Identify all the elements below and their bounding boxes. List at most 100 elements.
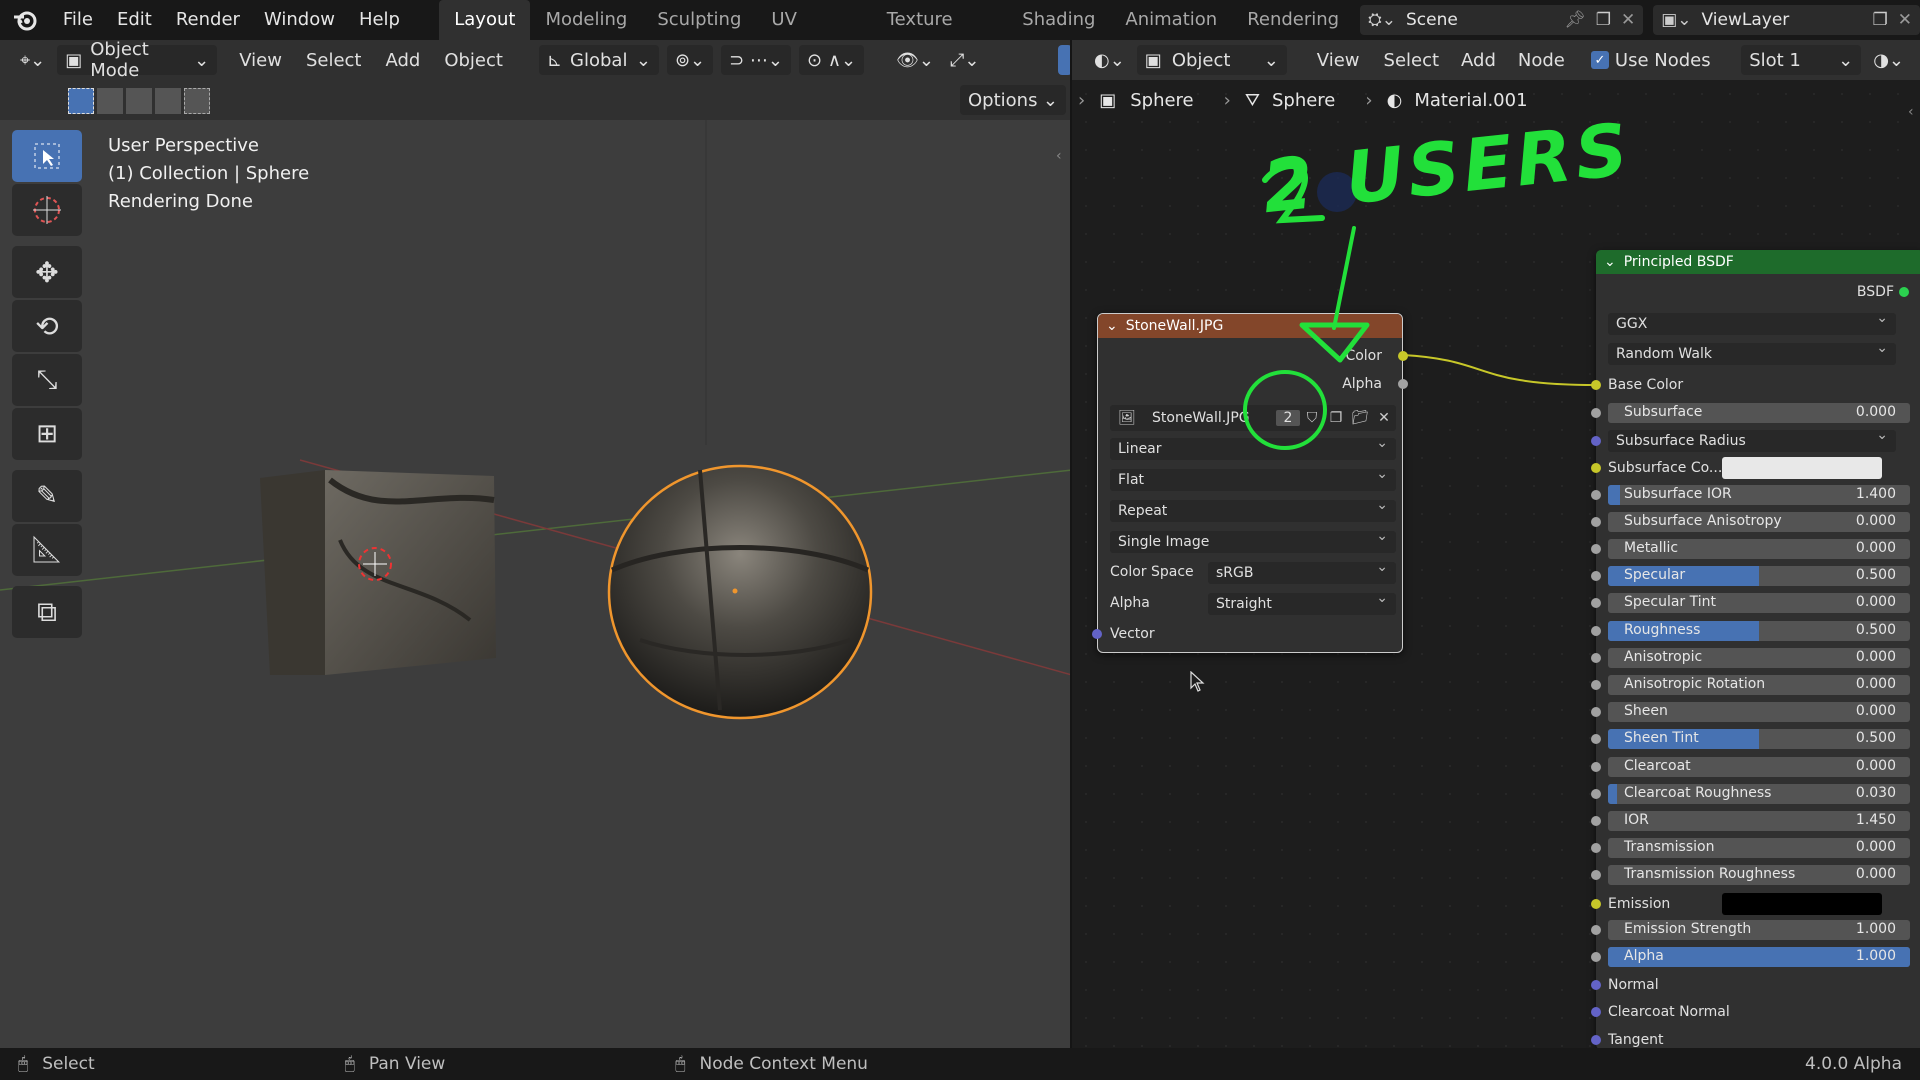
subsurface-radius-socket[interactable] <box>1591 436 1601 447</box>
rotate-tool[interactable]: ⟲ <box>12 300 82 352</box>
view-layer-selector[interactable]: ▣⌄ ViewLayer ❐ ✕ <box>1653 5 1920 35</box>
menu-add[interactable]: Add <box>377 45 428 75</box>
input-socket[interactable] <box>1591 571 1601 582</box>
input-socket[interactable] <box>1591 952 1601 962</box>
menu-select[interactable]: Select <box>298 45 370 75</box>
slider-sheen-tint[interactable]: Sheen Tint 0.500 <box>1608 729 1910 750</box>
slider-metallic[interactable]: Metallic 0.000 <box>1608 539 1910 559</box>
slider-subsurface-anisotropy[interactable]: Subsurface Anisotropy 0.000 <box>1608 511 1910 532</box>
input-socket[interactable] <box>1591 680 1601 690</box>
input-socket[interactable] <box>1591 625 1601 636</box>
snap-toggle[interactable]: ⊃ ⋯⌄ <box>721 45 792 75</box>
pin-icon[interactable]: 📌︎ <box>1564 10 1586 30</box>
move-tool[interactable]: ✥ <box>12 246 82 298</box>
close-scene-icon[interactable]: ✕ <box>1621 10 1635 30</box>
tab-animation[interactable]: Animation <box>1110 0 1232 40</box>
menu-edit[interactable]: Edit <box>105 0 164 40</box>
emission-input-socket[interactable] <box>1591 898 1601 909</box>
emission-color-swatch[interactable] <box>1722 892 1882 915</box>
menu-window[interactable]: Window <box>252 0 347 40</box>
slider-alpha[interactable]: Alpha 1.000 <box>1608 947 1910 967</box>
input-socket[interactable] <box>1591 734 1601 745</box>
tab-modeling[interactable]: Modeling <box>530 0 642 40</box>
input-socket[interactable] <box>1591 516 1601 527</box>
close-view-layer-icon[interactable]: ✕ <box>1898 10 1912 30</box>
3d-viewport[interactable]: User Perspective (1) Collection | Sphere… <box>0 120 1072 1048</box>
menu-object[interactable]: Object <box>436 45 511 75</box>
slider-transmission[interactable]: Transmission 0.000 <box>1608 838 1910 859</box>
selection-mode-icons[interactable] <box>68 88 218 114</box>
node-menu-select[interactable]: Select <box>1376 45 1448 75</box>
visibility-icon[interactable]: 👁︎⌄ <box>888 45 942 75</box>
principled-bsdf-node[interactable]: ⌄ Principled BSDF BSDF GGX Random Walk B… <box>1591 250 1920 1048</box>
orientation-dropdown[interactable]: ⊾ Global ⌄ <box>538 45 659 75</box>
sidebar-toggle-icon[interactable]: ‹ <box>1056 148 1062 164</box>
pivot-dropdown[interactable]: ⊚⌄ <box>666 45 714 75</box>
input-socket[interactable] <box>1591 816 1601 826</box>
input-socket[interactable] <box>1591 489 1601 500</box>
input-socket[interactable] <box>1591 788 1601 799</box>
mode-dropdown[interactable]: ▣ Object Mode ⌄ <box>57 39 218 81</box>
proportional-editing[interactable]: ⊙ ∧⌄ <box>799 45 865 75</box>
tab-sculpting[interactable]: Sculpting <box>642 0 756 40</box>
slider-clearcoat-roughness[interactable]: Clearcoat Roughness 0.030 <box>1608 783 1910 804</box>
node-menu-view[interactable]: View <box>1309 45 1368 75</box>
input-socket[interactable] <box>1591 544 1601 554</box>
menu-help[interactable]: Help <box>347 0 412 40</box>
slider-ior[interactable]: IOR 1.450 <box>1608 811 1910 831</box>
input-socket[interactable] <box>1591 843 1601 854</box>
subsurface-method-dropdown[interactable]: Random Walk <box>1608 340 1896 365</box>
annotate-tool[interactable]: ✎ <box>12 470 82 522</box>
options-dropdown[interactable]: Options ⌄ <box>960 85 1066 115</box>
tab-rendering[interactable]: Rendering <box>1232 0 1354 40</box>
bsdf-node-header[interactable]: ⌄ Principled BSDF <box>1596 250 1920 274</box>
slot-dropdown[interactable]: Slot 1 ⌄ <box>1741 45 1862 75</box>
node-menu-node[interactable]: Node <box>1510 45 1573 75</box>
measure-tool[interactable]: 📐︎ <box>12 524 82 576</box>
select-box-tool[interactable] <box>12 130 82 182</box>
input-socket[interactable] <box>1591 761 1601 772</box>
editor-type-icon[interactable]: ⌖⌄ <box>12 45 53 75</box>
cursor-tool[interactable] <box>12 184 82 236</box>
input-socket[interactable] <box>1591 598 1601 609</box>
subsurface-color-swatch[interactable] <box>1722 457 1882 480</box>
node-editor-canvas[interactable]: › ▣ Sphere › ⛛ Sphere › ◐ Material.001 ‹… <box>1072 80 1920 1048</box>
slider-roughness[interactable]: Roughness 0.500 <box>1608 620 1910 641</box>
input-socket[interactable] <box>1591 1034 1601 1045</box>
scale-tool[interactable]: ⤡ <box>12 354 82 406</box>
add-cube-tool[interactable]: ⧉ <box>12 586 82 638</box>
slider-clearcoat[interactable]: Clearcoat 0.000 <box>1608 756 1910 777</box>
object-shader-dropdown[interactable]: ▣ Object ⌄ <box>1136 45 1287 75</box>
input-socket[interactable] <box>1591 924 1601 935</box>
new-scene-icon[interactable]: ❐ <box>1596 10 1611 30</box>
tab-uv-editing[interactable]: UV Editing <box>756 0 871 70</box>
tab-shading[interactable]: Shading <box>1007 0 1110 40</box>
slider-sheen[interactable]: Sheen 0.000 <box>1608 702 1910 723</box>
shader-editor-type-icon[interactable]: ◐⌄ <box>1086 45 1133 75</box>
use-nodes-toggle[interactable]: ✓ Use Nodes <box>1583 45 1719 75</box>
tab-texture-paint[interactable]: Texture Paint <box>872 0 1008 70</box>
transform-tool[interactable]: ⊞ <box>12 408 82 460</box>
material-preview-icon[interactable]: ◑⌄ <box>1865 45 1912 75</box>
input-socket[interactable] <box>1591 870 1601 881</box>
slider-specular-tint[interactable]: Specular Tint 0.000 <box>1608 593 1910 614</box>
distribution-dropdown[interactable]: GGX <box>1608 310 1896 335</box>
slider-transmission-roughness[interactable]: Transmission Roughness 0.000 <box>1608 865 1910 886</box>
input-socket[interactable] <box>1591 408 1601 418</box>
subsurface-radius-dropdown[interactable]: Subsurface Radius <box>1608 427 1896 453</box>
menu-file[interactable]: File <box>51 0 105 40</box>
bsdf-output-socket[interactable] <box>1899 287 1909 297</box>
menu-view[interactable]: View <box>231 45 290 75</box>
tab-layout[interactable]: Layout <box>439 0 531 40</box>
new-view-layer-icon[interactable]: ❐ <box>1873 10 1888 30</box>
slider-subsurface[interactable]: Subsurface 0.000 <box>1608 403 1910 423</box>
slider-specular[interactable]: Specular 0.500 <box>1608 566 1910 587</box>
slider-subsurface-ior[interactable]: Subsurface IOR 1.400 <box>1608 484 1910 505</box>
scene-selector[interactable]: ⛭⌄ Scene 📌︎ ❐ ✕ <box>1360 5 1644 35</box>
node-menu-add[interactable]: Add <box>1453 45 1504 75</box>
gizmo-icon[interactable]: ⤢⌄ <box>942 45 987 75</box>
menu-render[interactable]: Render <box>164 0 252 40</box>
collapse-chevron-icon[interactable]: ⌄ <box>1604 254 1616 270</box>
slider-anisotropic[interactable]: Anisotropic 0.000 <box>1608 647 1910 668</box>
blender-logo-icon[interactable] <box>0 9 51 31</box>
